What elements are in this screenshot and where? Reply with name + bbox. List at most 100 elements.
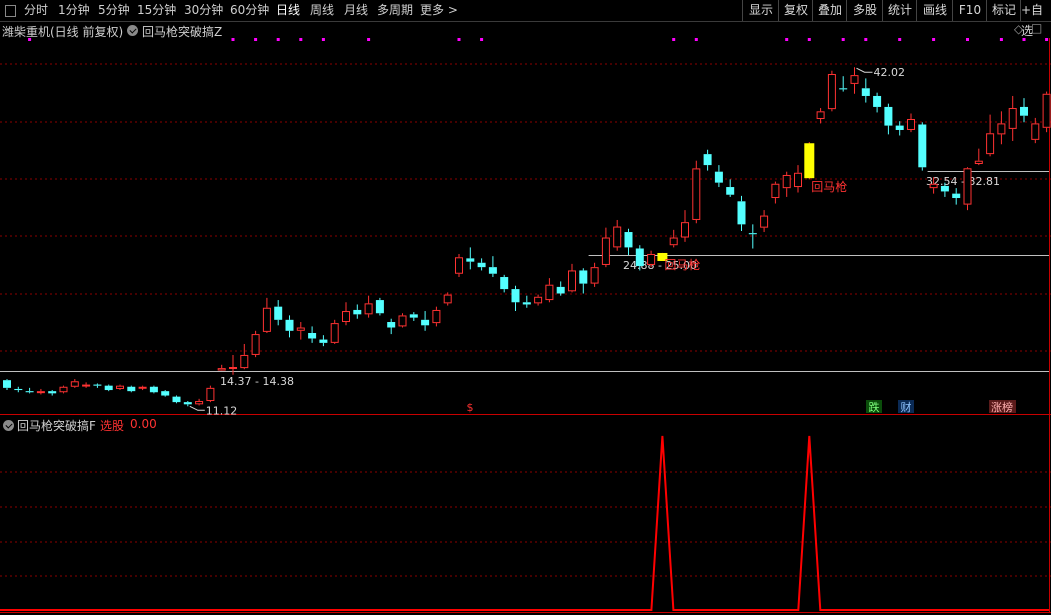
signal-dot — [276, 38, 280, 41]
candle-body — [70, 381, 79, 387]
signal-dot — [299, 38, 303, 41]
candle-body — [873, 95, 882, 107]
candle-body — [601, 237, 610, 265]
candle-body — [330, 323, 339, 343]
candle — [692, 160, 701, 224]
candle-body — [929, 183, 938, 189]
candle — [398, 313, 407, 328]
candle — [262, 297, 271, 333]
candle-body — [229, 367, 237, 370]
candle — [116, 384, 124, 391]
signal-dot — [785, 38, 789, 41]
candle — [726, 179, 735, 197]
signal-label: 回马枪 — [811, 179, 847, 194]
candle-body — [624, 232, 633, 248]
event-badge-fall: 跌 — [869, 400, 880, 414]
signal-dot — [254, 38, 258, 41]
candle — [342, 302, 350, 326]
candle — [308, 326, 317, 343]
signal-dot — [367, 38, 371, 41]
candle-body — [161, 391, 170, 396]
candle — [873, 92, 882, 113]
candle — [149, 385, 158, 394]
event-badge-finance: 财 — [901, 400, 912, 414]
candle-body — [737, 201, 746, 225]
candle — [421, 311, 430, 331]
candle — [172, 395, 181, 404]
candle — [14, 386, 23, 393]
max-pointer — [856, 67, 873, 73]
candle — [466, 247, 475, 270]
candlestick-chart: 14.37 - 14.3824.88 - 25.0032.54 - 32.81 … — [0, 38, 1051, 613]
candle-body — [342, 311, 350, 323]
candle — [511, 285, 520, 312]
min-price-label: 11.12 — [206, 404, 238, 417]
candle — [522, 295, 531, 308]
candle-body — [986, 133, 995, 155]
candle-body — [274, 306, 283, 320]
candle-body — [138, 386, 147, 389]
candle — [568, 263, 576, 293]
dollar-marker: $ — [467, 401, 474, 414]
candle — [624, 228, 633, 256]
signal-markers: 回马枪回马枪 — [657, 143, 847, 272]
candle-body — [522, 302, 531, 305]
candle-body — [488, 267, 497, 274]
candle — [545, 278, 554, 303]
candle — [884, 103, 893, 135]
candle-body — [726, 187, 735, 195]
candle-body — [647, 253, 656, 265]
candle-body — [861, 88, 870, 96]
candle — [669, 229, 678, 248]
price-annotations: 42.02 11.12 — [189, 66, 905, 417]
candle — [432, 306, 441, 327]
candle — [364, 295, 373, 318]
signal-dot — [898, 38, 902, 41]
candle-body — [895, 125, 904, 130]
candle — [907, 113, 915, 133]
candle — [952, 188, 961, 205]
signal-dot — [28, 38, 32, 41]
candle-body — [93, 384, 102, 386]
candle-body — [183, 402, 192, 405]
candle-body — [748, 233, 757, 235]
candle-body — [1020, 106, 1028, 116]
candle-body — [918, 124, 927, 168]
signal-dot — [1045, 38, 1049, 41]
candle — [274, 300, 283, 326]
candle — [647, 250, 656, 268]
candle-body — [308, 332, 317, 339]
signal-dot — [841, 38, 845, 41]
candle-body — [149, 386, 158, 393]
candle-body — [692, 168, 701, 220]
candle — [25, 387, 34, 394]
candle-body — [262, 307, 271, 332]
candles — [3, 67, 1051, 407]
candle — [681, 210, 689, 242]
magenta-markers — [28, 38, 1049, 41]
candle — [375, 297, 384, 316]
candle-body — [14, 388, 23, 391]
candle — [48, 390, 57, 396]
candle-body — [251, 334, 260, 355]
candle — [1031, 117, 1040, 144]
candle — [816, 108, 825, 124]
signal-dot — [457, 38, 461, 41]
signal-dot — [694, 38, 698, 41]
candle-body — [545, 284, 554, 301]
candle — [714, 165, 723, 188]
candle — [827, 70, 836, 112]
signal-dot — [1022, 38, 1026, 41]
candle-body — [36, 391, 45, 394]
signal-dot — [807, 38, 811, 41]
candle-body — [568, 270, 576, 292]
candle — [895, 121, 904, 136]
min-pointer — [189, 405, 205, 411]
candle-body — [195, 401, 204, 405]
candle-body — [500, 277, 509, 290]
candle-body — [206, 387, 215, 402]
event-badge-rank: 涨榜 — [991, 400, 1013, 414]
candle — [409, 312, 418, 321]
candle — [737, 195, 746, 231]
candle-body — [827, 74, 836, 110]
